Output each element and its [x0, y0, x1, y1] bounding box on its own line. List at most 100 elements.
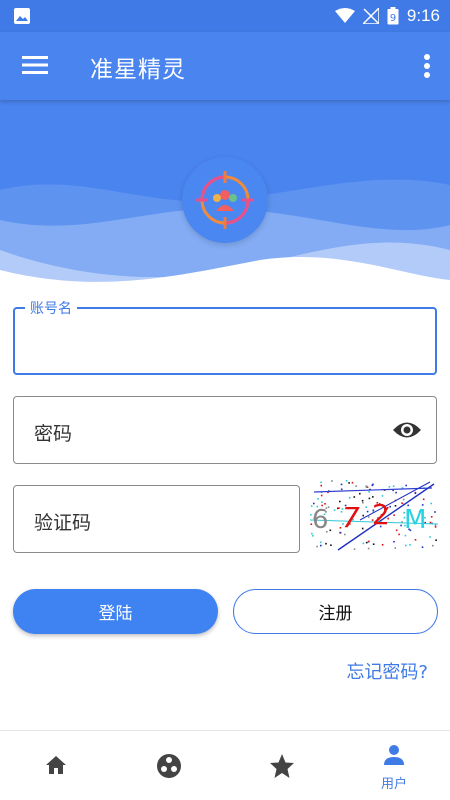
username-input[interactable]	[15, 309, 435, 373]
captcha-noise-dot	[361, 527, 364, 530]
captcha-noise-dot	[430, 516, 433, 518]
app-logo	[182, 157, 268, 243]
captcha-noise-dot	[320, 544, 322, 547]
wifi-icon	[334, 8, 355, 23]
username-field[interactable]: 账号名	[13, 298, 437, 375]
captcha-image[interactable]: 6 7 2 M	[310, 480, 438, 552]
crosshair-logo-icon	[196, 171, 254, 229]
captcha-noise-dot	[365, 506, 367, 508]
image-icon	[14, 8, 30, 24]
captcha-noise-dot	[339, 531, 341, 534]
captcha-char: 7	[342, 501, 360, 534]
captcha-noise-dot	[362, 542, 365, 545]
captcha-noise-dot	[348, 482, 350, 484]
captcha-noise-dot	[325, 542, 327, 545]
captcha-noise-dot	[348, 497, 351, 499]
captcha-noise-dot	[414, 492, 417, 495]
captcha-noise-dot	[414, 539, 417, 541]
captcha-noise-dot	[368, 516, 370, 518]
captcha-noise-dot	[366, 510, 369, 513]
captcha-noise-dot	[402, 498, 405, 501]
captcha-char: 2	[372, 498, 390, 531]
captcha-noise-dot	[393, 514, 395, 516]
captcha-noise-dot	[368, 540, 370, 543]
captcha-noise-dot	[339, 500, 341, 503]
captcha-noise-dot	[372, 543, 375, 545]
nav-item-user[interactable]: 用户	[338, 731, 450, 800]
captcha-noise-dot	[331, 480, 333, 482]
captcha-noise-dot	[320, 484, 322, 487]
password-field[interactable]: 密码	[13, 396, 437, 464]
captcha-noise-dot	[368, 491, 370, 493]
captcha-noise-dot	[398, 533, 400, 536]
captcha-noise-dot	[401, 502, 403, 504]
no-signal-icon	[362, 8, 379, 24]
bottom-nav: 用户	[0, 730, 450, 800]
captcha-noise-dot	[345, 480, 348, 482]
home-icon	[46, 756, 66, 774]
captcha-noise-dot	[394, 547, 397, 549]
status-time: 9:16	[406, 6, 440, 25]
captcha-noise-dot	[432, 544, 434, 547]
captcha-noise-dot	[394, 505, 397, 507]
captcha-noise-dot	[429, 536, 431, 538]
captcha-noise-dot	[353, 496, 356, 498]
svg-text:9: 9	[390, 13, 396, 24]
captcha-noise-dot	[359, 492, 361, 495]
captcha-noise-dot	[321, 501, 323, 503]
captcha-noise-dot	[405, 544, 407, 547]
status-bar: 9 9:16	[0, 0, 450, 32]
nav-label-user: 用户	[380, 777, 407, 792]
captcha-noise-dot	[434, 526, 437, 528]
captcha-noise-dot	[421, 546, 424, 548]
battery-icon: 9	[387, 7, 399, 25]
captcha-noise-dot	[351, 481, 354, 484]
app-bar: 准星精灵	[0, 32, 450, 100]
captcha-noise-dot	[409, 544, 411, 546]
login-button[interactable]: 登陆	[13, 589, 218, 634]
captcha-noise-dot	[381, 495, 384, 497]
captcha-noise-dot	[339, 527, 342, 529]
captcha-noise-dot	[435, 539, 437, 541]
captcha-noise-dot	[361, 499, 364, 502]
captcha-noise-dot	[367, 547, 370, 550]
captcha-noise-dot	[362, 514, 364, 517]
captcha-noise-dot	[316, 545, 318, 548]
nav-item-discover[interactable]	[112, 731, 224, 800]
menu-icon[interactable]	[22, 54, 48, 76]
captcha-noise-dot	[312, 535, 314, 537]
captcha-noise-dot	[338, 507, 340, 509]
captcha-noise-dot	[400, 524, 402, 527]
captcha-noise-dot	[319, 541, 322, 544]
captcha-noise-dot	[381, 544, 384, 546]
captcha-char: M	[404, 505, 426, 535]
eye-visibility-icon[interactable]	[392, 419, 422, 441]
forgot-password-link[interactable]: 忘记密码?	[346, 658, 428, 684]
captcha-noise-dot	[371, 484, 374, 487]
captcha-noise-dot	[430, 502, 432, 505]
captcha-noise-dot	[362, 501, 364, 504]
captcha-noise-dot	[434, 524, 437, 527]
nav-item-home[interactable]	[0, 731, 112, 800]
captcha-noise-dot	[340, 488, 343, 491]
password-placeholder: 密码	[34, 423, 73, 445]
captcha-noise-dot	[429, 521, 432, 524]
captcha-noise-dot	[368, 497, 371, 500]
captcha-noise-dot	[388, 486, 391, 488]
captcha-noise-dot	[395, 491, 397, 494]
captcha-noise-dot	[333, 509, 336, 511]
register-button[interactable]: 注册	[233, 589, 438, 634]
captcha-noise-dot	[317, 498, 319, 500]
nav-item-favorites[interactable]	[225, 731, 337, 800]
captcha-noise-dot	[393, 540, 395, 543]
captcha-noise-dot	[404, 534, 407, 537]
captcha-noise-dot	[329, 529, 332, 532]
captcha-noise-dot	[365, 541, 368, 544]
captcha-noise-dot	[392, 485, 395, 487]
captcha-noise-dot	[355, 485, 357, 487]
captcha-noise-dot	[330, 544, 332, 546]
captcha-noise-dot	[422, 498, 425, 501]
more-vert-icon[interactable]	[422, 52, 432, 80]
captcha-field[interactable]: 验证码	[13, 485, 300, 553]
star-icon	[270, 754, 294, 778]
